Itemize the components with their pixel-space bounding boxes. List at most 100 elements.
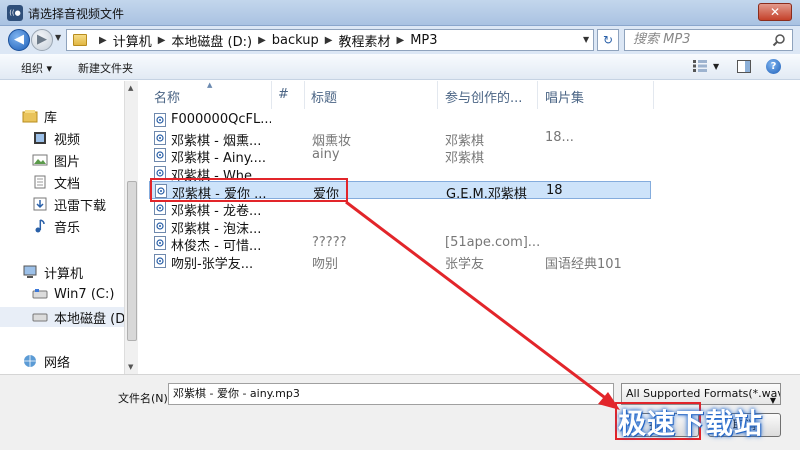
nav-item-downloads[interactable]: 迅雷下载: [32, 194, 106, 214]
crumb-drive[interactable]: 本地磁盘 (D:): [171, 31, 252, 50]
close-button[interactable]: ✕: [758, 3, 792, 21]
nav-item-network[interactable]: 网络: [22, 351, 70, 371]
column-divider[interactable]: [437, 81, 438, 109]
nav-label: Win7 (C:): [54, 286, 115, 302]
cell-name: F000000QcFL...: [171, 112, 271, 127]
view-options-icon[interactable]: [693, 60, 707, 72]
nav-item-computer[interactable]: 计算机: [22, 262, 83, 282]
column-divider[interactable]: [653, 81, 654, 109]
audio-file-icon: [154, 201, 166, 215]
app-icon: ((●: [7, 5, 23, 21]
search-placeholder: 搜索 MP3: [633, 32, 691, 47]
view-dropdown-icon[interactable]: ▼: [713, 62, 719, 71]
cell-title: 吻别: [312, 256, 339, 272]
back-button[interactable]: ◀: [8, 29, 30, 51]
chevron-down-icon[interactable]: ▼: [770, 391, 776, 404]
nav-item-drive-c[interactable]: Win7 (C:): [32, 284, 114, 304]
breadcrumb[interactable]: ▶ 计算机 ▶ 本地磁盘 (D:) ▶ backup ▶ 教程素材 ▶ MP3: [66, 29, 594, 51]
address-dropdown-icon[interactable]: ▼: [583, 35, 589, 44]
table-row[interactable]: 林俊杰 - 可惜...????? [51ape.com]...: [149, 234, 651, 254]
music-icon: [35, 219, 45, 233]
scroll-down-icon[interactable]: ▼: [128, 363, 133, 371]
file-list: ▲ 名称 # 标题 参与创作的... 唱片集 F000000QcFL... 邓紫棋…: [139, 81, 800, 374]
table-row[interactable]: F000000QcFL...: [149, 111, 651, 129]
nav-label: 网络: [44, 355, 71, 371]
nav-item-music[interactable]: 音乐: [32, 216, 80, 236]
cell-name: 吻别-张学友...: [171, 256, 254, 272]
audio-file-icon: [154, 236, 166, 251]
nav-item-drive-d[interactable]: 本地磁盘 (D:: [0, 307, 124, 327]
nav-label: 本地磁盘 (D:: [54, 311, 124, 327]
nav-scrollbar[interactable]: ▲ ▼: [124, 81, 138, 374]
title-bar: ((● 请选择音视频文件 ✕: [0, 0, 800, 26]
chevron-right-icon[interactable]: ▶: [325, 35, 333, 46]
audio-file-icon: [154, 130, 166, 145]
chevron-right-icon[interactable]: ▶: [99, 35, 107, 46]
pictures-icon: [32, 154, 48, 166]
preview-pane-icon[interactable]: [737, 60, 751, 73]
nav-label: 图片: [54, 154, 81, 170]
cell-artist: 张学友: [445, 256, 485, 272]
nav-item-video[interactable]: 视频: [32, 128, 80, 148]
column-header-album[interactable]: 唱片集: [545, 87, 584, 106]
watermark-logo: 极速下载站: [618, 407, 764, 440]
column-header-artist[interactable]: 参与创作的...: [445, 87, 522, 106]
refresh-button[interactable]: ↻: [597, 29, 619, 51]
chevron-right-icon[interactable]: ▶: [158, 35, 166, 46]
column-divider[interactable]: [304, 81, 305, 109]
forward-button[interactable]: ▶: [31, 29, 53, 51]
nav-item-library[interactable]: 库: [22, 106, 57, 126]
nav-label: 库: [44, 110, 58, 126]
nav-label: 计算机: [44, 266, 84, 282]
search-input[interactable]: 搜索 MP3: [624, 29, 793, 51]
history-dropdown-icon[interactable]: ▼: [55, 33, 61, 42]
scrollbar-thumb[interactable]: [127, 181, 137, 341]
column-header-track[interactable]: #: [278, 87, 289, 102]
cell-album: 18: [546, 183, 563, 199]
drive-icon: [32, 289, 48, 299]
folder-icon: [73, 34, 87, 46]
column-header-name[interactable]: 名称: [154, 87, 180, 106]
table-row[interactable]: 吻别-张学友... 吻别 张学友 国语经典101: [149, 252, 651, 272]
chevron-right-icon[interactable]: ▶: [258, 35, 266, 46]
chevron-down-icon[interactable]: ▼: [604, 391, 610, 411]
cell-artist: [51ape.com]...: [445, 235, 541, 251]
command-bar: 组织 ▾ 新建文件夹 ▼ ?: [0, 54, 800, 80]
new-folder-button[interactable]: 新建文件夹: [78, 60, 133, 76]
library-icon: [22, 110, 38, 123]
crumb-materials[interactable]: 教程素材: [339, 31, 391, 50]
crumb-backup[interactable]: backup: [272, 33, 319, 48]
nav-label: 迅雷下载: [54, 198, 107, 214]
drive-icon: [32, 313, 48, 322]
crumb-computer[interactable]: 计算机: [113, 31, 152, 50]
help-icon[interactable]: ?: [766, 59, 781, 74]
table-row[interactable]: 邓紫棋 - Ainy.... ainy 邓紫棋: [149, 146, 651, 166]
audio-file-icon: [154, 218, 166, 233]
organize-menu[interactable]: 组织 ▾: [21, 60, 52, 76]
audio-file-icon: [154, 113, 166, 127]
computer-icon: [23, 265, 37, 278]
audio-file-icon: [154, 148, 166, 163]
scroll-up-icon[interactable]: ▲: [128, 84, 133, 92]
search-icon[interactable]: [772, 33, 786, 47]
sort-ascending-icon: ▲: [207, 81, 213, 89]
cell-title: ?????: [312, 235, 347, 251]
table-row[interactable]: 邓紫棋 - 烟熏... 烟熏妆 邓紫棋 18...: [149, 129, 651, 149]
network-icon: [24, 355, 36, 367]
chevron-right-icon[interactable]: ▶: [397, 35, 405, 46]
column-divider[interactable]: [271, 81, 272, 109]
address-row: ◀ ▶ ▼ ▶ 计算机 ▶ 本地磁盘 (D:) ▶ backup ▶ 教程素材 …: [0, 26, 800, 54]
table-row[interactable]: 邓紫棋 - 泡沫...: [149, 217, 651, 237]
cell-album: 18...: [545, 129, 574, 145]
filename-input[interactable]: 邓紫棋 - 爱你 - ainy.mp3 ▼: [168, 383, 614, 405]
video-icon: [34, 132, 46, 144]
nav-label: 文档: [54, 176, 81, 192]
crumb-mp3[interactable]: MP3: [410, 33, 437, 48]
column-divider[interactable]: [537, 81, 538, 109]
column-header-title[interactable]: 标题: [311, 87, 337, 106]
nav-label: 视频: [54, 132, 81, 148]
window-title: 请选择音视频文件: [28, 7, 125, 21]
nav-item-documents[interactable]: 文档: [32, 172, 80, 192]
nav-item-pictures[interactable]: 图片: [32, 150, 80, 170]
highlight-box-row: [150, 178, 348, 202]
